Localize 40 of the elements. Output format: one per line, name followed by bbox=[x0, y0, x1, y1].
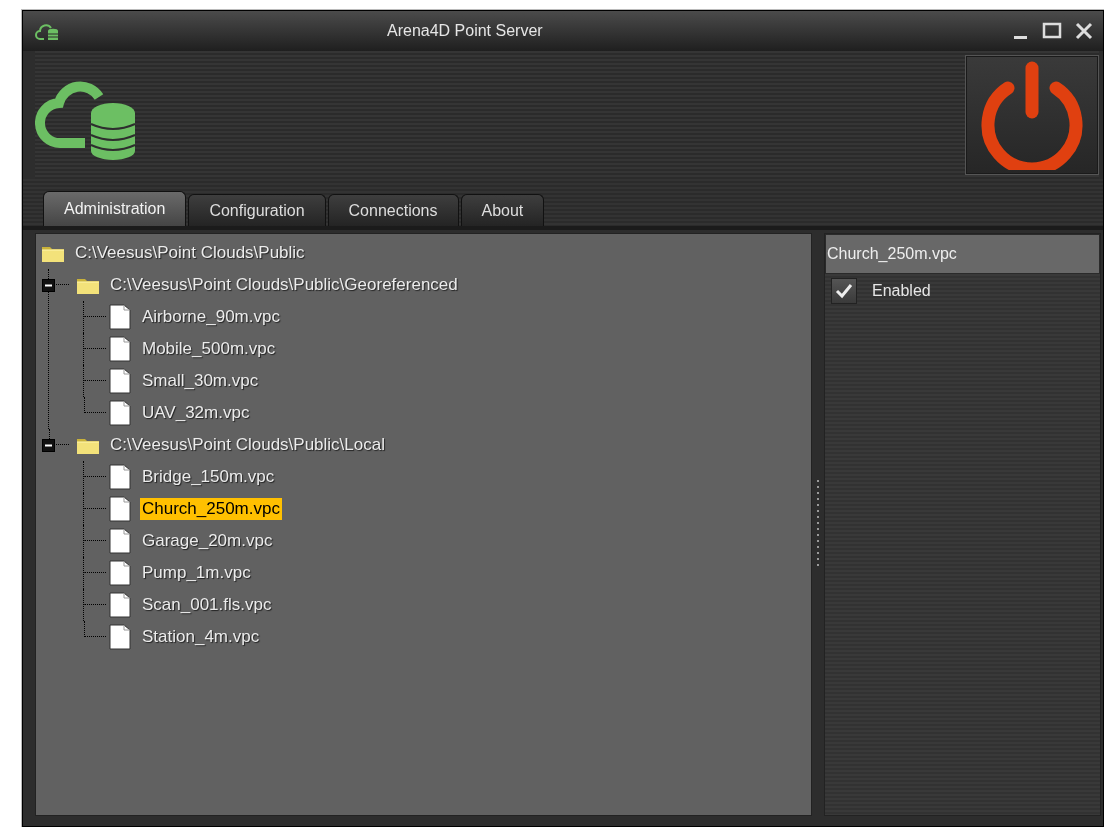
file-icon bbox=[109, 336, 131, 362]
enabled-checkbox[interactable] bbox=[831, 278, 857, 304]
close-icon bbox=[1074, 21, 1094, 41]
tab[interactable]: Configuration bbox=[188, 194, 326, 226]
tree-item-label[interactable]: Pump_1m.vpc bbox=[140, 562, 253, 584]
minimize-icon bbox=[1013, 35, 1027, 39]
tree-item-label[interactable]: C:\Veesus\Point Clouds\Public\Georeferenced bbox=[108, 274, 460, 296]
tree-item-label[interactable]: Scan_001.fls.vpc bbox=[140, 594, 274, 616]
tree-item-label[interactable]: Station_4m.vpc bbox=[140, 626, 262, 648]
tree-item-label[interactable]: Mobile_500m.vpc bbox=[140, 338, 278, 360]
file-icon bbox=[109, 496, 131, 522]
tree-item-label[interactable]: Bridge_150m.vpc bbox=[140, 466, 277, 488]
file-name-header: Church_250m.vpc bbox=[825, 234, 1100, 274]
collapse-icon[interactable] bbox=[42, 278, 55, 292]
tree-item-label[interactable]: Small_30m.vpc bbox=[140, 370, 261, 392]
tab[interactable]: About bbox=[460, 194, 545, 226]
file-icon bbox=[109, 560, 131, 586]
checkmark-icon bbox=[835, 283, 853, 299]
file-icon bbox=[109, 464, 131, 490]
tree-item-label[interactable]: UAV_32m.vpc bbox=[140, 402, 252, 424]
checkbox-label: Enabled bbox=[872, 282, 931, 300]
tree-item-label[interactable]: Church_250m.vpc bbox=[140, 498, 282, 520]
tab[interactable]: Connections bbox=[327, 194, 459, 226]
collapse-icon[interactable] bbox=[42, 438, 55, 452]
power-button[interactable] bbox=[965, 55, 1099, 175]
file-icon bbox=[109, 400, 131, 426]
tab[interactable]: Administration bbox=[43, 191, 187, 226]
file-icon bbox=[109, 592, 131, 618]
tree-item-label[interactable]: Airborne_90m.vpc bbox=[140, 306, 282, 328]
window-title: Arena4D Point Server bbox=[387, 22, 544, 40]
tree-item-label[interactable]: C:\Veesus\Point Clouds\Public\Local bbox=[108, 434, 387, 456]
tree-item-label[interactable]: C:\Veesus\Point Clouds\Public bbox=[73, 242, 307, 264]
file-icon bbox=[109, 528, 131, 554]
file-icon bbox=[109, 368, 131, 394]
maximize-icon bbox=[1042, 21, 1062, 41]
power-icon bbox=[980, 60, 1084, 170]
file-icon bbox=[109, 624, 131, 650]
tree-item-label[interactable]: Garage_20m.vpc bbox=[140, 530, 275, 552]
file-icon bbox=[109, 304, 131, 330]
close-button[interactable] bbox=[1073, 20, 1095, 42]
